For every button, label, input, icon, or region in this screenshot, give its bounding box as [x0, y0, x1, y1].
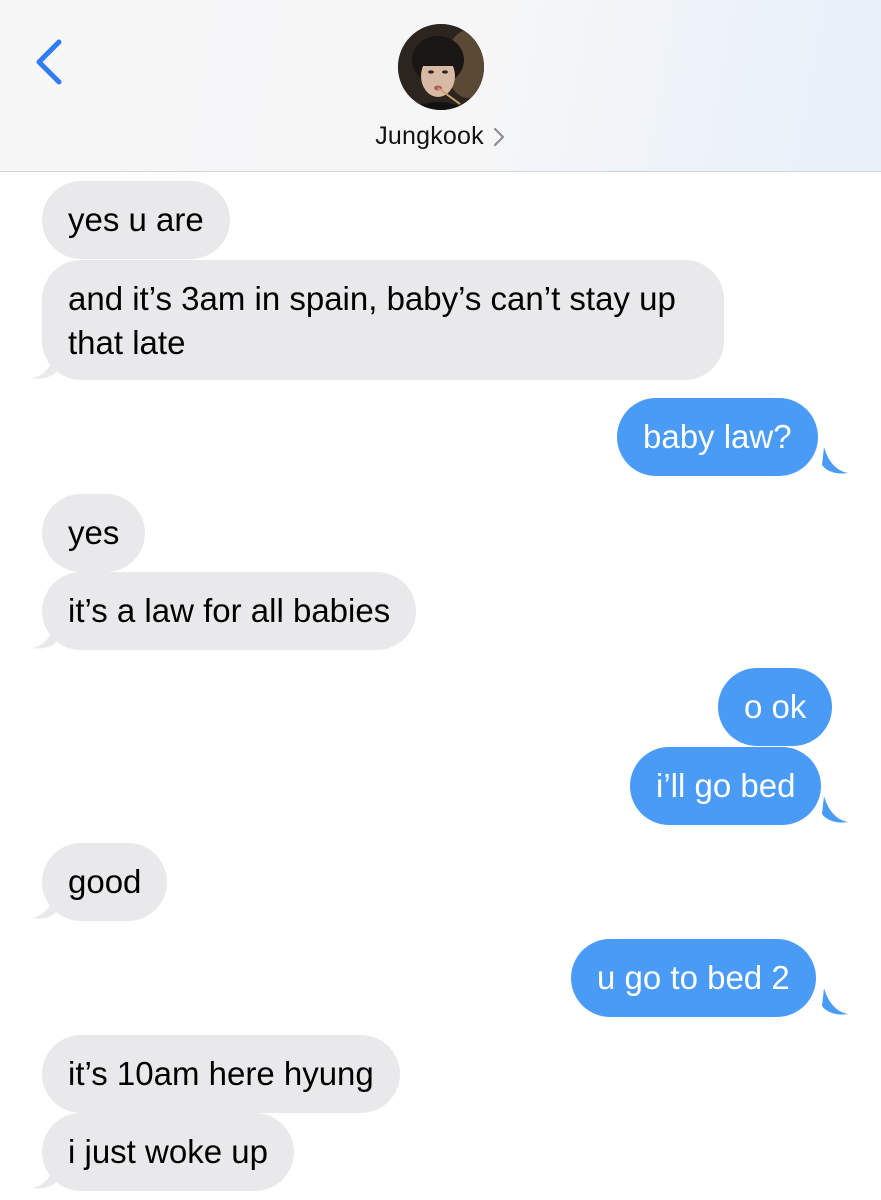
- incoming-message[interactable]: yes u are: [42, 181, 230, 259]
- message-text: yes: [68, 514, 120, 551]
- message-text: i’ll go bed: [656, 767, 796, 804]
- incoming-message[interactable]: good: [42, 843, 168, 921]
- outgoing-message[interactable]: u go to bed 2: [571, 939, 816, 1017]
- incoming-message[interactable]: it’s 10am here hyung: [42, 1035, 400, 1113]
- message-text: it’s a law for all babies: [68, 592, 391, 629]
- contact-avatar[interactable]: [398, 24, 484, 110]
- back-button[interactable]: [26, 30, 76, 90]
- incoming-message[interactable]: it’s a law for all babies: [42, 572, 417, 650]
- message-text: and it’s 3am in spain, baby’s can’t stay…: [68, 280, 676, 361]
- conversation-header: Jungkook: [0, 0, 881, 172]
- avatar-photo: [398, 24, 484, 110]
- message-text: i just woke up: [68, 1133, 268, 1170]
- message-text: u go to bed 2: [597, 959, 790, 996]
- chevron-left-icon: [36, 39, 62, 85]
- bubble-tail: [32, 892, 58, 919]
- bubble-tail: [822, 988, 848, 1015]
- incoming-message[interactable]: yes: [42, 494, 146, 572]
- bubble-tail: [822, 796, 848, 823]
- bubble-tail: [32, 622, 58, 649]
- message-text: yes u are: [68, 201, 204, 238]
- incoming-message[interactable]: i just woke up: [42, 1113, 294, 1191]
- contact-name-button[interactable]: Jungkook: [0, 118, 881, 154]
- message-text: it’s 10am here hyung: [68, 1055, 374, 1092]
- contact-name: Jungkook: [375, 121, 484, 150]
- message-text: baby law?: [643, 418, 792, 455]
- incoming-message[interactable]: and it’s 3am in spain, baby’s can’t stay…: [42, 260, 724, 380]
- outgoing-message[interactable]: o ok: [718, 668, 833, 746]
- outgoing-message[interactable]: i’ll go bed: [630, 747, 822, 825]
- outgoing-message[interactable]: baby law?: [617, 398, 818, 476]
- bubble-tail: [32, 352, 58, 379]
- bubble-tail: [822, 447, 848, 474]
- chevron-right-icon: [493, 127, 504, 147]
- message-text: good: [68, 863, 142, 900]
- message-text: o ok: [744, 688, 807, 725]
- bubble-tail: [32, 1162, 58, 1189]
